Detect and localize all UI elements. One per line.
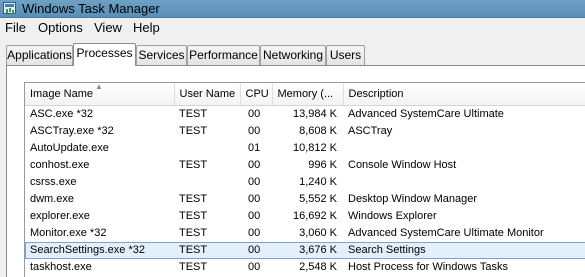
tab-processes[interactable]: Processes bbox=[73, 43, 136, 66]
process-image-name: SearchSettings.exe *32 bbox=[25, 242, 174, 259]
process-description: Console Window Host bbox=[348, 159, 457, 171]
process-description: ASCTray bbox=[348, 125, 393, 137]
process-row[interactable]: dwm.exe TEST 00 5,552 K Desktop Window Manag… bbox=[25, 191, 585, 208]
window-title: Windows Task Manager bbox=[22, 1, 160, 16]
tab-services[interactable]: Services bbox=[136, 45, 187, 65]
column-header-row: ▲ Image Name User Name CPU Memory (... D… bbox=[25, 83, 585, 106]
process-user-name: TEST bbox=[179, 125, 208, 137]
menu-view[interactable]: View bbox=[94, 20, 122, 35]
process-row[interactable]: conhost.exe TEST 00 996 K Console Window Hos… bbox=[25, 157, 585, 174]
process-row[interactable]: csrss.exe 00 1,240 K bbox=[25, 174, 585, 191]
process-memory: 8,608 K bbox=[299, 125, 337, 137]
process-row[interactable]: SearchSettings.exe *32 TEST 00 3,676 K Searc… bbox=[25, 242, 585, 259]
process-memory: 13,984 K bbox=[292, 108, 337, 120]
process-memory: 16,692 K bbox=[292, 210, 337, 222]
process-table: ▲ Image Name User Name CPU Memory (... D… bbox=[25, 83, 585, 276]
process-description bbox=[343, 140, 585, 157]
process-description: Host Process for Windows Tasks bbox=[348, 261, 508, 273]
tab-users[interactable]: Users bbox=[326, 45, 365, 65]
process-user-name: TEST bbox=[179, 193, 208, 205]
process-memory: 996 K bbox=[308, 159, 337, 171]
menu-help[interactable]: Help bbox=[133, 20, 160, 35]
process-user-name bbox=[174, 140, 240, 157]
process-image-name: dwm.exe bbox=[30, 193, 75, 205]
process-user-name: TEST bbox=[179, 108, 208, 120]
tab-strip: Applications Processes Services Performa… bbox=[0, 43, 585, 66]
process-description bbox=[343, 174, 585, 191]
column-header-image-name-label: Image Name bbox=[30, 88, 93, 100]
process-description: Desktop Window Manager bbox=[348, 193, 478, 205]
process-image-name: taskhost.exe bbox=[30, 261, 92, 273]
column-header-user-name[interactable]: User Name bbox=[174, 83, 241, 106]
process-cpu: 00 bbox=[248, 193, 261, 205]
process-memory: 2,548 K bbox=[299, 261, 337, 273]
process-cpu: 00 bbox=[248, 125, 261, 137]
process-memory: 5,552 K bbox=[299, 193, 337, 205]
process-row[interactable]: taskhost.exe TEST 00 2,548 K Host Process fo… bbox=[25, 259, 585, 276]
process-memory: 3,676 K bbox=[272, 242, 343, 259]
tab-applications[interactable]: Applications bbox=[6, 45, 73, 65]
process-image-name: ASC.exe *32 bbox=[30, 108, 93, 120]
column-header-cpu[interactable]: CPU bbox=[240, 83, 273, 106]
menu-file[interactable]: File bbox=[5, 20, 26, 35]
process-cpu: 00 bbox=[248, 210, 261, 222]
column-header-image-name[interactable]: ▲ Image Name bbox=[25, 83, 175, 106]
process-cpu: 00 bbox=[248, 261, 261, 273]
menu-options[interactable]: Options bbox=[38, 20, 83, 35]
process-cpu: 00 bbox=[248, 176, 261, 188]
process-cpu: 00 bbox=[248, 108, 261, 120]
process-user-name: TEST bbox=[179, 159, 208, 171]
task-manager-window: Windows Task Manager File Options View H… bbox=[0, 0, 585, 277]
process-cpu: 00 bbox=[248, 227, 261, 239]
process-cpu: 01 bbox=[248, 142, 261, 154]
menu-bar: File Options View Help bbox=[0, 18, 585, 37]
process-user-name bbox=[174, 174, 240, 191]
process-memory: 3,060 K bbox=[299, 227, 337, 239]
title-bar[interactable]: Windows Task Manager bbox=[0, 0, 585, 18]
tab-networking[interactable]: Networking bbox=[260, 45, 326, 65]
processes-panel: ▲ Image Name User Name CPU Memory (... D… bbox=[6, 65, 585, 277]
process-description: Search Settings bbox=[343, 242, 585, 259]
process-user-name: TEST bbox=[179, 210, 208, 222]
process-list[interactable]: ▲ Image Name User Name CPU Memory (... D… bbox=[24, 82, 585, 277]
process-image-name: AutoUpdate.exe bbox=[30, 142, 109, 154]
process-row[interactable]: Monitor.exe *32 TEST 00 3,060 K Advanced Sys… bbox=[25, 225, 585, 242]
process-image-name: Monitor.exe *32 bbox=[30, 227, 107, 239]
column-header-description[interactable]: Description bbox=[343, 83, 585, 106]
task-manager-app-icon bbox=[3, 2, 16, 14]
process-user-name: TEST bbox=[179, 227, 208, 239]
process-user-name: TEST bbox=[179, 261, 208, 273]
process-row[interactable]: ASC.exe *32 TEST 00 13,984 K Advanced System… bbox=[25, 106, 585, 124]
process-row[interactable]: explorer.exe TEST 00 16,692 K Windows Explor… bbox=[25, 208, 585, 225]
process-image-name: explorer.exe bbox=[30, 210, 90, 222]
process-row[interactable]: AutoUpdate.exe 01 10,812 K bbox=[25, 140, 585, 157]
process-row[interactable]: ASCTray.exe *32 TEST 00 8,608 K ASCTray bbox=[25, 123, 585, 140]
process-user-name: TEST bbox=[174, 242, 240, 259]
process-image-name: csrss.exe bbox=[30, 176, 77, 188]
sort-ascending-icon: ▲ bbox=[95, 83, 103, 91]
column-header-memory[interactable]: Memory (... bbox=[272, 83, 344, 106]
process-cpu: 00 bbox=[240, 242, 272, 259]
process-memory: 10,812 K bbox=[292, 142, 337, 154]
tab-performance[interactable]: Performance bbox=[187, 45, 260, 65]
process-description: Windows Explorer bbox=[348, 210, 437, 222]
process-image-name: ASCTray.exe *32 bbox=[30, 125, 114, 137]
process-memory: 1,240 K bbox=[299, 176, 337, 188]
process-cpu: 00 bbox=[248, 159, 261, 171]
process-description: Advanced SystemCare Ultimate bbox=[348, 108, 504, 120]
process-image-name: conhost.exe bbox=[30, 159, 90, 171]
process-description: Advanced SystemCare Ultimate Monitor bbox=[348, 227, 544, 239]
